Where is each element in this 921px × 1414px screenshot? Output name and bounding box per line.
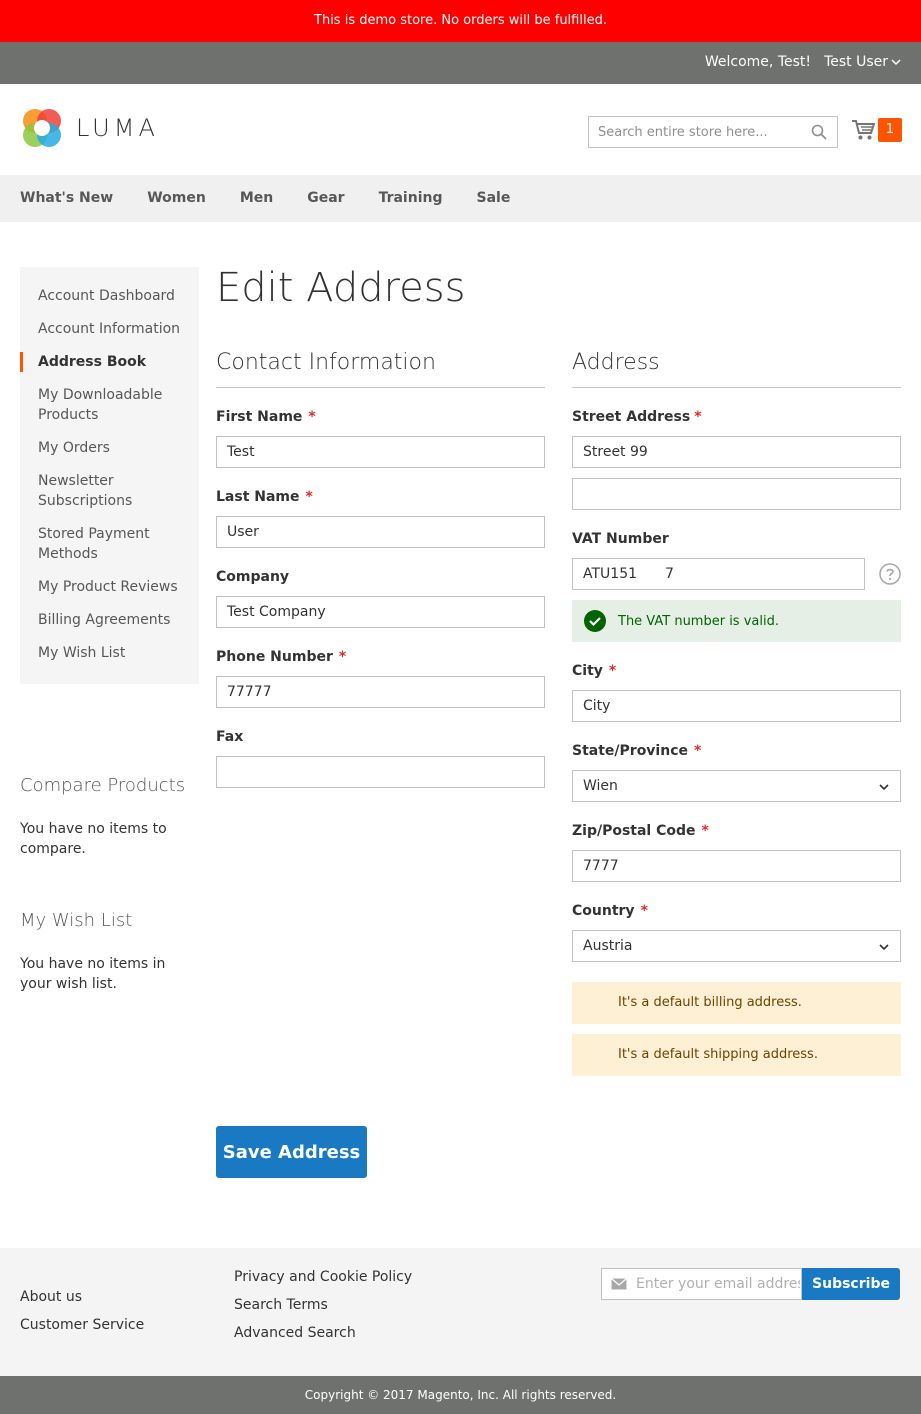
country-select[interactable]: Austria (572, 930, 901, 962)
minicart[interactable]: 1 (851, 118, 902, 142)
street-label: Street Address * (572, 409, 702, 425)
required-mark: * (338, 649, 347, 665)
last-name-label: Last Name * (216, 489, 313, 505)
chevron-down-icon (879, 784, 889, 791)
required-mark: * (608, 663, 617, 679)
check-circle-icon (584, 610, 606, 632)
chevron-down-icon (879, 944, 889, 951)
chevron-down-icon (891, 59, 901, 66)
zip-label: Zip/Postal Code * (572, 823, 709, 839)
footer-link-advanced-search[interactable]: Advanced Search (234, 1325, 356, 1341)
sidebar-item-account-dashboard[interactable]: Account Dashboard (20, 286, 199, 306)
account-sidebar: Account Dashboard Account Information Ad… (20, 267, 199, 684)
vat-field[interactable] (572, 558, 865, 590)
logo-text: LUMA (76, 114, 159, 142)
sidebar-item-address-book: Address Book (20, 352, 199, 372)
state-label: State/Province * (572, 743, 702, 759)
first-name-field[interactable] (216, 436, 545, 468)
fax-field[interactable] (216, 756, 545, 788)
help-icon[interactable] (879, 563, 901, 585)
wishlist-block-title: My Wish List (20, 910, 133, 931)
search-input[interactable] (589, 117, 799, 147)
state-selected-value: Wien (583, 778, 618, 794)
envelope-icon (611, 1278, 627, 1290)
default-billing-notice: It's a default billing address. (572, 982, 901, 1024)
default-shipping-notice: It's a default shipping address. (572, 1034, 901, 1076)
sidebar-item-billing-agreements[interactable]: Billing Agreements (20, 610, 199, 630)
cart-count-badge: 1 (878, 118, 902, 142)
contact-section-divider (216, 387, 545, 388)
company-field[interactable] (216, 596, 545, 628)
footer-link-privacy-policy[interactable]: Privacy and Cookie Policy (234, 1269, 412, 1285)
street-line1-field[interactable] (572, 436, 901, 468)
nav-item-women[interactable]: Women (147, 175, 206, 222)
address-section-divider (572, 387, 901, 388)
customer-menu-toggle[interactable]: Test User (824, 42, 901, 82)
demo-notice: This is demo store. No orders will be fu… (0, 0, 921, 42)
compare-products-title: Compare Products (20, 775, 186, 796)
address-section-title: Address (572, 350, 660, 375)
newsletter-email-input[interactable] (636, 1269, 800, 1299)
nav-item-training[interactable]: Training (379, 175, 443, 222)
phone-label: Phone Number * (216, 649, 347, 665)
sidebar-item-stored-payment[interactable]: Stored Payment Methods (20, 524, 199, 564)
street-line2-field[interactable] (572, 478, 901, 510)
nav-item-whats-new[interactable]: What's New (20, 175, 113, 222)
search-box (588, 116, 838, 148)
vat-valid-message: The VAT number is valid. (572, 600, 901, 642)
page-title: Edit Address (216, 265, 466, 311)
contact-section-title: Contact Information (216, 350, 436, 375)
vat-label: VAT Number (572, 531, 669, 547)
first-name-label: First Name * (216, 409, 316, 425)
zip-field[interactable] (572, 850, 901, 882)
nav-item-gear[interactable]: Gear (307, 175, 344, 222)
required-mark: * (701, 823, 709, 839)
site-footer: About us Customer Service Privacy and Co… (0, 1248, 921, 1376)
sidebar-item-newsletter[interactable]: Newsletter Subscriptions (20, 471, 199, 511)
footer-link-customer-service[interactable]: Customer Service (20, 1317, 144, 1333)
required-mark: * (640, 903, 648, 919)
search-icon[interactable] (811, 124, 827, 140)
subscribe-button[interactable]: Subscribe (802, 1268, 900, 1300)
required-mark: * (694, 743, 702, 759)
fax-label: Fax (216, 729, 244, 745)
nav-item-men[interactable]: Men (240, 175, 273, 222)
phone-field[interactable] (216, 676, 545, 708)
welcome-message: Welcome, Test! (704, 54, 811, 70)
sidebar-item-downloadable-products[interactable]: My Downloadable Products (20, 385, 199, 425)
luma-logo-icon (23, 109, 61, 147)
state-select[interactable]: Wien (572, 770, 901, 802)
company-label: Company (216, 569, 290, 585)
wishlist-empty: You have no items in your wish list. (20, 956, 166, 992)
cart-icon (852, 120, 875, 140)
sidebar-item-product-reviews[interactable]: My Product Reviews (20, 577, 199, 597)
vat-valid-text: The VAT number is valid. (618, 613, 779, 629)
city-field[interactable] (572, 690, 901, 722)
country-label: Country * (572, 903, 648, 919)
sidebar-item-my-orders[interactable]: My Orders (20, 438, 199, 458)
compare-products-empty: You have no items to compare. (20, 821, 167, 857)
footer-link-search-terms[interactable]: Search Terms (234, 1297, 328, 1313)
main-navigation: What's New Women Men Gear Training Sale (0, 175, 921, 222)
required-mark: * (694, 409, 702, 425)
last-name-field[interactable] (216, 516, 545, 548)
newsletter-box (601, 1268, 802, 1300)
country-selected-value: Austria (583, 938, 633, 954)
required-mark: * (305, 489, 313, 505)
footer-link-about-us[interactable]: About us (20, 1289, 82, 1305)
city-label: City * (572, 663, 617, 679)
required-mark: * (308, 409, 316, 425)
customer-name: Test User (824, 54, 888, 70)
sidebar-item-wish-list[interactable]: My Wish List (20, 643, 199, 663)
copyright: Copyright © 2017 Magento, Inc. All right… (0, 1376, 921, 1414)
sidebar-item-account-information[interactable]: Account Information (20, 319, 199, 339)
site-header: LUMA 1 (0, 84, 921, 175)
nav-item-sale[interactable]: Sale (476, 175, 510, 222)
save-address-button[interactable]: Save Address (216, 1126, 367, 1178)
panel-header: Welcome, Test! Test User (0, 42, 921, 84)
logo[interactable]: LUMA (20, 106, 159, 150)
